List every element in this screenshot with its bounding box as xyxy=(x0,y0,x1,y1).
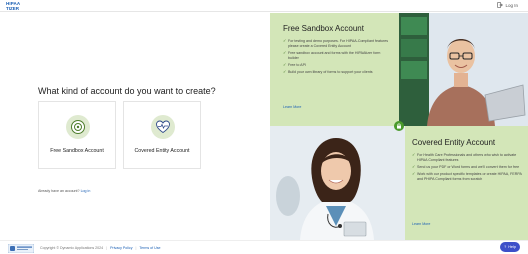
terms-of-use-link[interactable]: Terms of Use xyxy=(139,246,160,250)
man-with-laptop-image xyxy=(399,13,528,126)
compliance-seal-icon xyxy=(8,244,34,253)
separator: | xyxy=(106,246,108,250)
list-item: ✓ Free sandbox account and forms with the… xyxy=(283,51,381,60)
covered-entity-label: Covered Entity Account xyxy=(134,148,190,154)
list-item: ✓ Work with our product specific template… xyxy=(412,172,522,181)
covered-entity-panel: Covered Entity Account ✓ For Health Care … xyxy=(405,126,528,240)
list-item: ✓ Free to API xyxy=(283,63,306,67)
heart-pulse-icon xyxy=(151,115,175,139)
login-link[interactable]: Log In xyxy=(497,2,518,8)
privacy-policy-link[interactable]: Privacy Policy xyxy=(110,246,132,250)
free-sandbox-panel: Free Sandbox Account ✓ For testing and de… xyxy=(270,13,399,126)
already-have-account: Already have an account? Log in xyxy=(38,189,90,193)
check-icon: ✓ xyxy=(412,165,416,169)
free-sandbox-card[interactable]: Free Sandbox Account xyxy=(38,101,116,169)
covered-panel-title: Covered Entity Account xyxy=(412,138,496,147)
sandbox-icon xyxy=(66,115,90,139)
footer: Copyright © Dynamic Applications 2024 | … xyxy=(0,240,528,254)
lock-icon xyxy=(394,121,404,131)
check-icon: ✓ xyxy=(283,51,287,55)
free-sandbox-label: Free Sandbox Account xyxy=(50,148,104,154)
covered-bullets: ✓ For Health Care Professionals and other… xyxy=(412,153,522,184)
list-item: ✓ For Health Care Professionals and other… xyxy=(412,153,517,162)
top-bar: HIPAA TIZER Log In xyxy=(0,0,528,12)
check-icon: ✓ xyxy=(412,153,416,157)
sandbox-panel-title: Free Sandbox Account xyxy=(283,24,364,33)
hipaatizer-logo[interactable]: HIPAA TIZER xyxy=(6,1,26,11)
sandbox-learn-more-link[interactable]: Learn More xyxy=(283,105,301,109)
help-button[interactable]: ? Help xyxy=(500,242,520,252)
footer-links: Copyright © Dynamic Applications 2024 | … xyxy=(40,246,161,250)
doctor-photo xyxy=(270,126,405,240)
login-icon xyxy=(497,2,504,8)
already-text: Already have an account? xyxy=(38,189,80,193)
copyright-text: Copyright © Dynamic Applications 2024 xyxy=(40,246,104,250)
logo-line-2: TIZER xyxy=(6,6,19,11)
man-with-laptop-photo xyxy=(399,13,528,126)
account-selection: What kind of account do you want to crea… xyxy=(0,13,270,240)
list-item: ✓ For testing and demo purposes. For HIPA… xyxy=(283,39,389,48)
help-icon: ? xyxy=(504,245,507,249)
check-icon: ✓ xyxy=(283,70,287,74)
login-link-bottom[interactable]: Log in xyxy=(81,189,91,193)
separator: | xyxy=(135,246,137,250)
login-label: Log In xyxy=(505,2,518,8)
covered-learn-more-link[interactable]: Learn More xyxy=(412,222,430,226)
check-icon: ✓ xyxy=(283,39,287,43)
info-panels: Free Sandbox Account ✓ For testing and de… xyxy=(270,13,528,240)
sandbox-bullets: ✓ For testing and demo purposes. For HIPA… xyxy=(283,39,391,77)
check-icon: ✓ xyxy=(412,172,416,176)
list-item: ✓ Build your own library of forms to supp… xyxy=(283,70,373,74)
doctor-image xyxy=(270,126,405,240)
list-item: ✓ Send us your PDF or Word forms and we'l… xyxy=(412,165,520,169)
help-label: Help xyxy=(508,245,516,249)
page-title: What kind of account do you want to crea… xyxy=(38,86,216,96)
covered-entity-card[interactable]: Covered Entity Account xyxy=(123,101,201,169)
check-icon: ✓ xyxy=(283,63,287,67)
